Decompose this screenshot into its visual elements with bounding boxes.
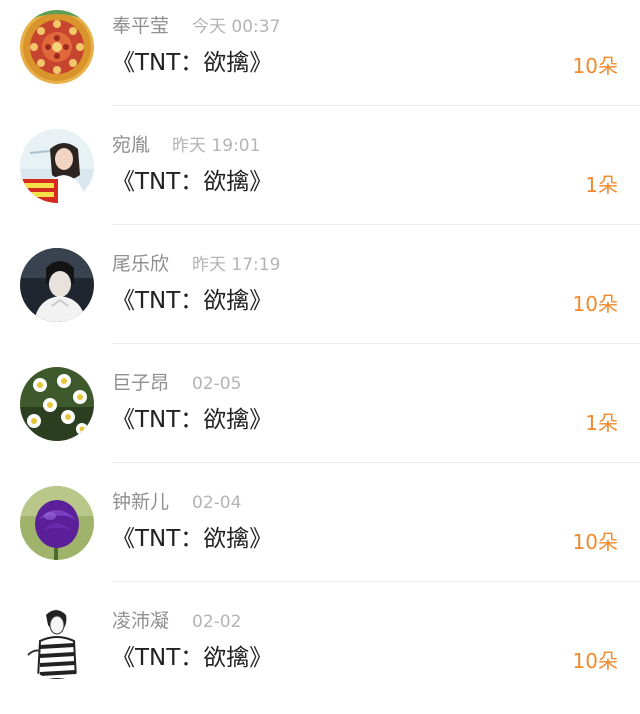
boy-avatar-icon[interactable] (20, 248, 94, 322)
flower-count: 10朵 (572, 54, 618, 78)
flower-count: 10朵 (572, 530, 618, 554)
book-title[interactable]: 《TNT：欲擒》 (112, 643, 272, 673)
divider (112, 224, 640, 225)
flower-count: 10朵 (572, 649, 618, 673)
list-item[interactable]: 钟新儿 02-04 《TNT：欲擒》 10朵 (0, 476, 640, 595)
book-title[interactable]: 《TNT：欲擒》 (112, 286, 272, 316)
list-item[interactable]: 尾乐欣 昨天 17:19 《TNT：欲擒》 10朵 (0, 238, 640, 357)
username[interactable]: 尾乐欣 (112, 252, 169, 276)
list-item[interactable]: 巨子昂 02-05 《TNT：欲擒》 1朵 (0, 357, 640, 476)
username[interactable]: 奉平莹 (112, 14, 169, 38)
purple-rose-avatar-icon[interactable] (20, 486, 94, 560)
list-item[interactable]: 凌沛凝 02-02 《TNT：欲擒》 10朵 (0, 595, 640, 714)
flower-count: 10朵 (572, 292, 618, 316)
divider (112, 105, 640, 106)
divider (112, 462, 640, 463)
divider (112, 581, 640, 582)
flower-count: 1朵 (585, 173, 618, 197)
gift-record-list: 奉平莹 今天 00:37 《TNT：欲擒》 10朵 宛胤 昨天 19:01 《T… (0, 0, 640, 690)
flower-count: 1朵 (585, 411, 618, 435)
daisy-avatar-icon[interactable] (20, 367, 94, 441)
timestamp: 今天 00:37 (192, 17, 281, 37)
sketch-avatar-icon[interactable] (20, 605, 94, 679)
timestamp: 02-05 (192, 374, 242, 394)
timestamp: 02-02 (192, 612, 242, 632)
book-title[interactable]: 《TNT：欲擒》 (112, 405, 272, 435)
girl-avatar-icon[interactable] (20, 129, 94, 203)
timestamp: 昨天 19:01 (172, 136, 261, 156)
book-title[interactable]: 《TNT：欲擒》 (112, 524, 272, 554)
embroidery-avatar-icon[interactable] (20, 10, 94, 84)
divider (112, 343, 640, 344)
username[interactable]: 钟新儿 (112, 490, 169, 514)
book-title[interactable]: 《TNT：欲擒》 (112, 48, 272, 78)
username[interactable]: 凌沛凝 (112, 609, 169, 633)
username[interactable]: 巨子昂 (112, 371, 169, 395)
list-item[interactable]: 奉平莹 今天 00:37 《TNT：欲擒》 10朵 (0, 0, 640, 119)
username[interactable]: 宛胤 (112, 133, 150, 157)
timestamp: 昨天 17:19 (192, 255, 281, 275)
timestamp: 02-04 (192, 493, 242, 513)
list-item[interactable]: 宛胤 昨天 19:01 《TNT：欲擒》 1朵 (0, 119, 640, 238)
book-title[interactable]: 《TNT：欲擒》 (112, 167, 272, 197)
